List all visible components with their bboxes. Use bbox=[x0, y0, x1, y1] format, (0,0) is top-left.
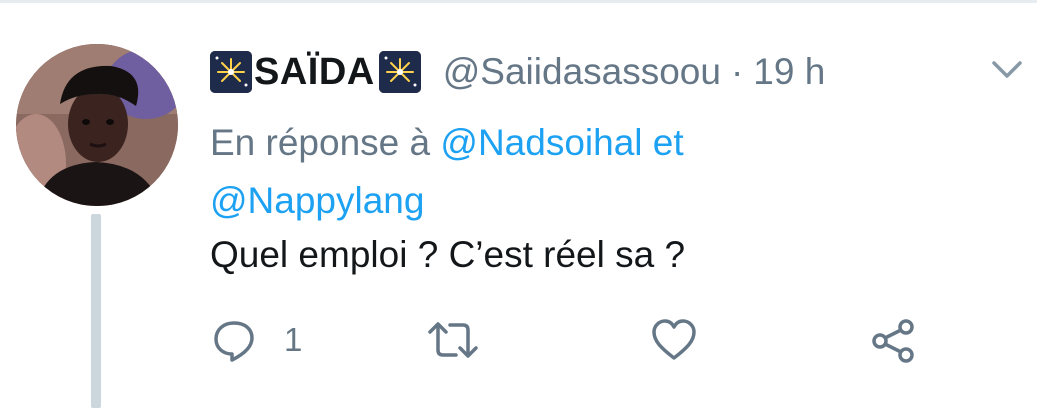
reply-context: En réponse à @Nadsoihal et @Nappylang bbox=[210, 114, 910, 230]
reply-to-prefix: En réponse à bbox=[210, 122, 431, 163]
chevron-down-icon[interactable] bbox=[989, 58, 1025, 82]
user-handle[interactable]: @Saiidasassoou bbox=[443, 51, 721, 93]
reply-mention-link[interactable]: @Nadsoihal bbox=[440, 122, 642, 163]
tweet-header: SAÏDA @Saiidasassoou · 19 h bbox=[210, 46, 825, 98]
tweet-actions-bar: 1 bbox=[210, 318, 930, 368]
reply-mention-link[interactable]: @Nappylang bbox=[210, 180, 424, 221]
reply-conjunction: et bbox=[652, 122, 684, 163]
top-divider bbox=[0, 0, 1037, 3]
thread-connector-line bbox=[91, 214, 101, 408]
tweet-text: Quel emploi ? C’est réel sa ? bbox=[210, 234, 686, 275]
reply-count: 1 bbox=[284, 321, 303, 358]
tweet-timestamp[interactable]: 19 h bbox=[753, 51, 825, 93]
retweet-button[interactable] bbox=[426, 318, 480, 362]
display-name[interactable]: SAÏDA bbox=[254, 51, 375, 94]
share-icon bbox=[870, 318, 916, 364]
like-icon bbox=[651, 318, 697, 362]
header-separator: · bbox=[730, 51, 744, 92]
avatar-image bbox=[16, 44, 178, 206]
share-button[interactable] bbox=[870, 318, 916, 364]
reply-button[interactable]: 1 bbox=[212, 318, 302, 362]
retweet-icon bbox=[426, 318, 480, 362]
fireworks-emoji-icon bbox=[210, 51, 252, 93]
like-button[interactable] bbox=[651, 318, 697, 362]
fireworks-emoji-icon bbox=[378, 51, 421, 93]
avatar[interactable] bbox=[16, 44, 178, 206]
reply-icon bbox=[212, 318, 256, 362]
